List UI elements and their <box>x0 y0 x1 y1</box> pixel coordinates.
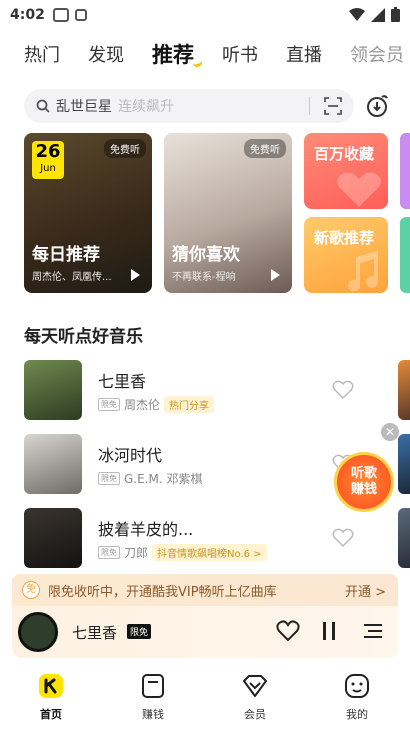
bottom-nav: 首页 赚钱 会员 我的 <box>0 660 410 730</box>
free-listen-tag: 免费听 <box>244 139 286 158</box>
free-icon: 免 <box>22 581 40 599</box>
next-page-peek <box>398 508 410 568</box>
favorite-heart-icon[interactable] <box>332 380 354 400</box>
daily-recommend-card[interactable]: 26 Jun 免费听 每日推荐 周杰伦、凤凰传... <box>24 133 152 293</box>
tab-discover[interactable]: 发现 <box>88 41 124 67</box>
guess-you-like-card[interactable]: 免费听 猜你喜欢 不再联系-程响 <box>164 133 292 293</box>
favorite-heart-icon[interactable] <box>276 620 300 642</box>
close-float-button[interactable]: ✕ <box>381 423 399 441</box>
status-bar: 4:02 <box>0 0 410 30</box>
new-songs-card[interactable]: 新歌推荐 <box>304 217 388 293</box>
widget-line-2: 赚钱 <box>350 482 377 497</box>
song-cover <box>24 434 82 494</box>
app-notification-icon <box>52 8 69 22</box>
song-tag: 热门分享 <box>164 396 215 413</box>
date-badge: 26 Jun <box>32 141 64 179</box>
pause-icon[interactable] <box>322 620 336 642</box>
section-title: 每天听点好音乐 <box>24 327 143 347</box>
app-notification-icon-2 <box>74 9 87 21</box>
guess-you-like-title: 猜你喜欢 <box>172 245 240 265</box>
signal-icon <box>371 7 385 22</box>
song-meta: 限免 周杰伦 热门分享 <box>98 396 215 413</box>
widget-line-1: 听歌 <box>350 466 377 481</box>
vip-promo-text: 限免收听中，开通酷我VIP畅听上亿曲库 <box>48 584 277 600</box>
scan-icon[interactable] <box>324 97 342 115</box>
search-query: 乱世巨星 <box>56 99 112 115</box>
nav-home[interactable]: 首页 <box>0 660 102 730</box>
tab-membership[interactable]: 领会员 <box>350 41 404 67</box>
daily-recommend-title: 每日推荐 <box>32 245 100 265</box>
date-day: 26 <box>35 141 61 162</box>
battery-icon <box>391 7 400 22</box>
wifi-icon <box>349 7 365 21</box>
player-free-badge: 限免 <box>127 624 152 639</box>
playlist-icon[interactable] <box>362 620 384 642</box>
tab-hot[interactable]: 热门 <box>24 41 60 67</box>
next-card-peek[interactable] <box>400 133 410 209</box>
guess-you-like-subtitle: 不再联系-程响 <box>172 272 236 283</box>
diamond-icon <box>241 672 269 700</box>
new-songs-title: 新歌推荐 <box>314 229 375 247</box>
million-favorites-card[interactable]: 百万收藏 <box>304 133 388 209</box>
nav-home-label: 首页 <box>40 708 62 721</box>
tab-recommend[interactable]: 推荐 <box>152 39 194 69</box>
wallet-icon <box>139 672 167 700</box>
next-page-peek <box>398 434 410 494</box>
play-icon[interactable] <box>131 269 140 281</box>
song-artist: 周杰伦 <box>124 398 161 412</box>
play-icon[interactable] <box>271 269 280 281</box>
song-title: 冰河时代 <box>98 446 163 465</box>
nav-earn-label: 赚钱 <box>142 708 164 721</box>
player-cover[interactable] <box>18 612 58 652</box>
top-tab-bar: 热门 发现 推荐 听书 直播 领会员 <box>0 36 410 72</box>
open-vip-link[interactable]: 开通 > <box>345 581 386 600</box>
home-icon <box>37 672 65 700</box>
song-title: 七里香 <box>98 372 147 391</box>
song-row[interactable]: 披着羊皮的... 限免 刀郎 抖音情歌飙唱榜No.6 > <box>24 508 384 568</box>
song-tag[interactable]: 抖音情歌飙唱榜No.6 > <box>152 544 267 561</box>
heart-decoration-icon <box>337 172 381 207</box>
song-meta: 限免 G.E.M. 邓紫棋 <box>98 470 203 487</box>
tab-live[interactable]: 直播 <box>286 41 322 67</box>
song-meta: 限免 刀郎 抖音情歌飙唱榜No.6 > <box>98 544 267 561</box>
song-cover <box>24 360 82 420</box>
search-input[interactable]: 乱世巨星 连续飙升 <box>24 89 354 123</box>
music-note-decoration-icon <box>348 251 379 291</box>
search-divider <box>309 97 310 115</box>
mini-player[interactable]: 七里香 限免 <box>12 606 398 658</box>
daily-recommend-subtitle: 周杰伦、凤凰传... <box>32 272 112 283</box>
voice-search-button[interactable] <box>362 89 392 123</box>
song-row[interactable]: 七里香 限免 周杰伦 热门分享 <box>24 360 384 420</box>
free-badge: 限免 <box>98 546 120 559</box>
recommend-banner-row: 26 Jun 免费听 每日推荐 周杰伦、凤凰传... 免费听 猜你喜欢 不再联系… <box>24 133 410 293</box>
sing-recognition-icon <box>367 95 388 117</box>
profile-icon <box>343 672 371 700</box>
status-time: 4:02 <box>10 7 45 23</box>
nav-earn[interactable]: 赚钱 <box>102 660 204 730</box>
nav-vip-label: 会员 <box>244 708 266 721</box>
vip-promo-banner[interactable]: 免 限免收听中，开通酷我VIP畅听上亿曲库 开通 > <box>12 574 398 606</box>
million-favorites-title: 百万收藏 <box>314 145 375 163</box>
nav-mine[interactable]: 我的 <box>306 660 408 730</box>
free-badge: 限免 <box>98 472 120 485</box>
free-badge: 限免 <box>98 398 120 411</box>
tab-audiobook[interactable]: 听书 <box>222 41 258 67</box>
search-icon <box>36 99 50 113</box>
song-artist: G.E.M. 邓紫棋 <box>124 472 203 486</box>
player-song-title: 七里香 <box>72 624 118 642</box>
song-artist: 刀郎 <box>124 546 149 560</box>
nav-mine-label: 我的 <box>346 708 368 721</box>
listen-earn-widget[interactable]: 听歌 赚钱 <box>334 452 394 512</box>
favorite-heart-icon[interactable] <box>332 528 354 548</box>
song-cover <box>24 508 82 568</box>
free-listen-tag: 免费听 <box>104 139 146 158</box>
next-page-peek <box>398 360 410 420</box>
next-card-peek-2[interactable] <box>400 217 410 293</box>
song-title: 披着羊皮的... <box>98 520 194 539</box>
song-row[interactable]: 冰河时代 限免 G.E.M. 邓紫棋 <box>24 434 384 494</box>
search-hint: 连续飙升 <box>118 99 174 115</box>
date-month: Jun <box>40 163 56 174</box>
nav-vip[interactable]: 会员 <box>204 660 306 730</box>
